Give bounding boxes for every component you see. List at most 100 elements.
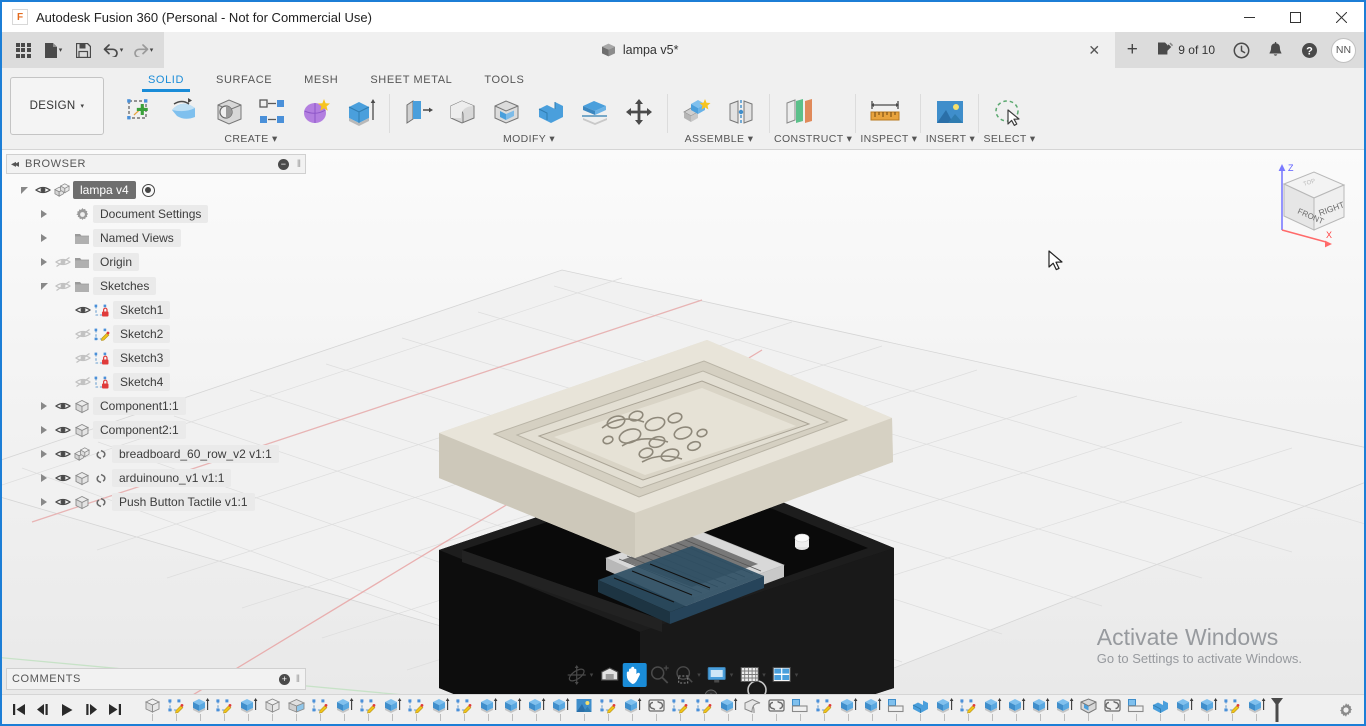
extrude-feature-icon[interactable] — [932, 697, 956, 723]
visibility-toggle-icon[interactable] — [55, 400, 71, 412]
move-copy-icon[interactable] — [618, 92, 660, 132]
user-avatar[interactable]: NN — [1331, 37, 1356, 63]
extrude-feature-icon[interactable] — [188, 697, 212, 723]
revolve-icon[interactable] — [164, 92, 206, 132]
press-pull-icon[interactable] — [398, 92, 440, 132]
browser-item-sketch4[interactable]: Sketch4 — [6, 370, 306, 394]
display-settings-caret-icon[interactable]: ▾ — [730, 671, 737, 679]
mirror-feature-icon[interactable] — [884, 697, 908, 723]
ribbon-tab-surface[interactable]: SURFACE — [200, 70, 288, 90]
new-file-icon[interactable]: ▾ — [38, 35, 68, 65]
display-settings-icon[interactable] — [705, 663, 729, 687]
timeline-feature-track[interactable] — [140, 695, 1332, 725]
sketch-feature-icon[interactable] — [356, 697, 380, 723]
browser-item-component1-1[interactable]: Component1:1 — [6, 394, 306, 418]
extrude-feature-icon[interactable] — [332, 697, 356, 723]
body-feature-icon[interactable] — [260, 697, 284, 723]
grid-snaps-icon[interactable] — [737, 663, 761, 687]
browser-item-breadboard-60-row-v2-v1-1[interactable]: breadboard_60_row_v2 v1:1 — [6, 442, 306, 466]
fillet-icon[interactable] — [442, 92, 484, 132]
shell-feature-icon[interactable] — [1076, 697, 1100, 723]
sketch-feature-icon[interactable] — [308, 697, 332, 723]
combine-feature-icon[interactable] — [1148, 697, 1172, 723]
sketch-feature-icon[interactable] — [956, 697, 980, 723]
extrude-feature-icon[interactable] — [620, 697, 644, 723]
extrude-feature-icon[interactable] — [500, 697, 524, 723]
extrude-feature-icon[interactable] — [380, 697, 404, 723]
measure-icon[interactable] — [864, 92, 906, 132]
extrude-feature-icon[interactable] — [236, 697, 260, 723]
view-cube[interactable]: Z X FRONT RIGHT TOP — [1264, 158, 1354, 250]
visibility-toggle-icon[interactable] — [55, 472, 71, 484]
timeline-play-icon[interactable] — [56, 698, 78, 722]
new-tab-button[interactable]: + — [1115, 32, 1150, 68]
extrude-feature-icon[interactable] — [716, 697, 740, 723]
joint-feature-icon[interactable] — [1100, 697, 1124, 723]
browser-item-push-button-tactile-v1-1[interactable]: Push Button Tactile v1:1 — [6, 490, 306, 514]
extrude-feature-icon[interactable] — [524, 697, 548, 723]
select-lasso-icon[interactable] — [987, 92, 1029, 132]
create-form-icon[interactable] — [296, 92, 338, 132]
joint-feature-icon[interactable] — [764, 697, 788, 723]
ribbon-tab-mesh[interactable]: MESH — [288, 70, 354, 90]
look-at-icon[interactable] — [597, 663, 621, 687]
extrude-feature-icon[interactable] — [548, 697, 572, 723]
expander-collapsed-icon[interactable] — [36, 234, 52, 242]
jobs-status[interactable]: 9 of 10 — [1149, 41, 1223, 60]
zoom-window-caret-icon[interactable]: ▾ — [697, 671, 704, 679]
extrude-feature-icon[interactable] — [1196, 697, 1220, 723]
extrude-feature-icon[interactable] — [1028, 697, 1052, 723]
extrude-feature-icon[interactable] — [428, 697, 452, 723]
ribbon-tab-solid[interactable]: SOLID — [132, 70, 200, 92]
ribbon-group-modify-label[interactable]: MODIFY ▾ — [394, 133, 664, 149]
sketch-feature-icon[interactable] — [692, 697, 716, 723]
visibility-toggle-icon[interactable] — [55, 496, 71, 508]
viewports-caret-icon[interactable]: ▾ — [795, 671, 802, 679]
extrude-icon[interactable] — [340, 92, 382, 132]
new-file-caret-icon[interactable]: ▾ — [59, 46, 63, 54]
sketch-feature-icon[interactable] — [404, 697, 428, 723]
rectangular-pattern-icon[interactable] — [252, 92, 294, 132]
pan-icon[interactable] — [622, 663, 647, 687]
browser-item-sketches[interactable]: Sketches — [6, 274, 306, 298]
visibility-toggle-icon[interactable] — [75, 376, 91, 388]
ribbon-group-insert-label[interactable]: INSERT ▾ — [925, 133, 975, 149]
expander-collapsed-icon[interactable] — [36, 450, 52, 458]
activate-component-radio[interactable] — [141, 183, 155, 197]
undo-icon[interactable]: ▾ — [98, 35, 128, 65]
expander-collapsed-icon[interactable] — [36, 210, 52, 218]
undo-caret-icon[interactable]: ▾ — [120, 46, 124, 54]
sketch-feature-icon[interactable] — [1220, 697, 1244, 723]
offset-plane-icon[interactable] — [778, 92, 820, 132]
expander-expanded-icon[interactable] — [36, 282, 52, 290]
sketch-feature-icon[interactable] — [452, 697, 476, 723]
joint-feature-icon[interactable] — [644, 697, 668, 723]
zoom-icon[interactable] — [647, 663, 671, 687]
orbit-icon[interactable] — [565, 663, 589, 687]
extrude-feature-icon[interactable] — [860, 697, 884, 723]
visibility-toggle-icon[interactable] — [35, 184, 51, 196]
timeline-settings-gear-icon[interactable] — [1334, 698, 1358, 722]
combine-feature-icon[interactable] — [908, 697, 932, 723]
redo-caret-icon[interactable]: ▾ — [150, 46, 154, 54]
browser-minimize-icon[interactable]: − — [277, 158, 289, 170]
browser-item-named-views[interactable]: Named Views — [6, 226, 306, 250]
ribbon-group-select-label[interactable]: SELECT ▾ — [983, 133, 1035, 149]
mirror-feature-icon[interactable] — [1124, 697, 1148, 723]
browser-grip-icon[interactable]: ‖ — [297, 159, 301, 170]
shell-icon[interactable] — [486, 92, 528, 132]
bell-icon[interactable] — [1259, 35, 1291, 65]
extrude-feature-icon[interactable] — [1052, 697, 1076, 723]
close-button[interactable] — [1318, 2, 1364, 32]
save-icon[interactable] — [68, 35, 98, 65]
sketch-feature-icon[interactable] — [164, 697, 188, 723]
timeline-step-back-icon[interactable] — [32, 698, 54, 722]
browser-item-sketch1[interactable]: Sketch1 — [6, 298, 306, 322]
split-feature-icon[interactable] — [284, 697, 308, 723]
visibility-toggle-icon[interactable] — [75, 328, 91, 340]
comments-grip-icon[interactable]: ‖ — [296, 674, 300, 685]
redo-icon[interactable]: ▾ — [128, 35, 158, 65]
timeline-playhead[interactable] — [1270, 697, 1284, 723]
comments-panel[interactable]: COMMENTS + ‖ — [6, 668, 306, 690]
create-sketch-icon[interactable] — [120, 92, 162, 132]
